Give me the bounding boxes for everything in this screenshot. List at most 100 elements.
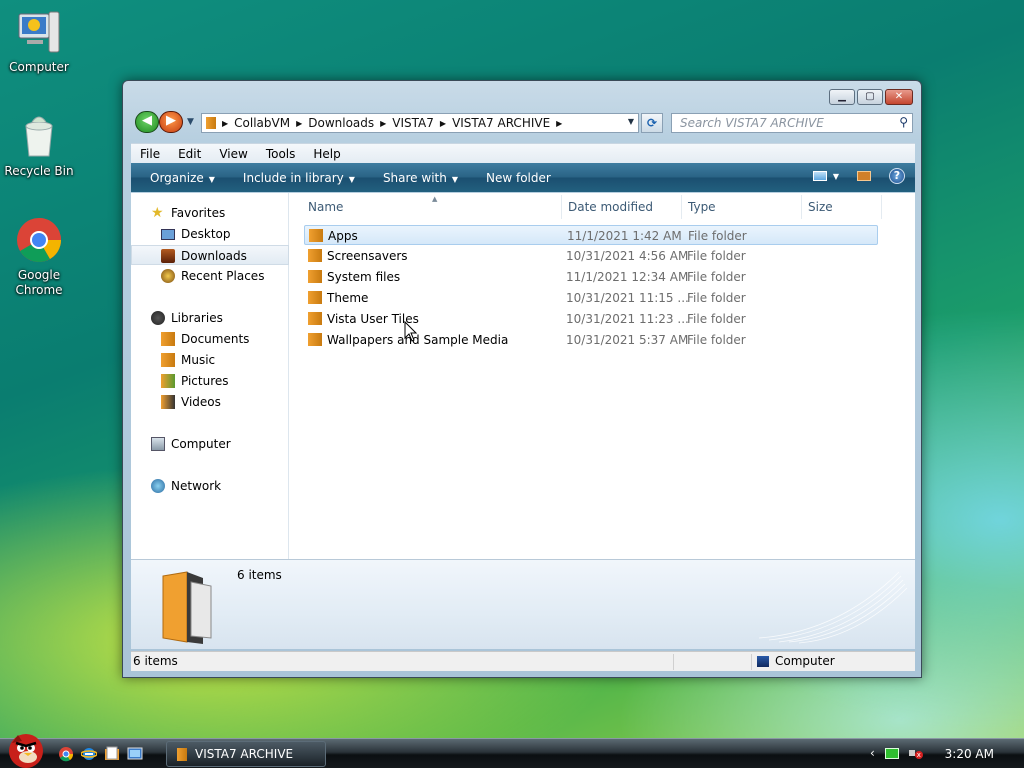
breadcrumb-vista7-archive[interactable]: VISTA7 ARCHIVE [452, 116, 550, 130]
caption-buttons: ▁ ▢ ✕ [829, 89, 913, 105]
taskbar-window-button[interactable]: VISTA7 ARCHIVE [166, 741, 326, 767]
column-header-size[interactable]: Size [802, 195, 882, 219]
desktop-icon-recycle-bin[interactable]: Recycle Bin [0, 112, 78, 179]
menu-tools[interactable]: Tools [257, 147, 305, 161]
refresh-button[interactable]: ⟳ [641, 113, 663, 133]
menu-help[interactable]: Help [304, 147, 349, 161]
nav-music-label: Music [181, 353, 216, 367]
nav-computer[interactable]: Computer [131, 434, 289, 454]
desktop-icon-label: Computer [9, 60, 69, 74]
taskbar-clock[interactable]: 3:20 AM [945, 739, 994, 768]
desktop-icon-computer[interactable]: Computer [0, 8, 78, 75]
file-type: File folder [687, 333, 746, 347]
forward-button[interactable]: ▶ [159, 111, 183, 133]
documents-icon [161, 332, 175, 346]
maximize-button[interactable]: ▢ [857, 89, 883, 105]
nav-videos[interactable]: Videos [131, 392, 289, 412]
breadcrumb-downloads[interactable]: Downloads [308, 116, 374, 130]
search-input[interactable]: Search VISTA7 ARCHIVE ⚲ [671, 113, 913, 133]
taskbar-window-label: VISTA7 ARCHIVE [195, 747, 294, 761]
file-row[interactable]: Vista User Tiles 10/31/2021 11:23 ... Fi… [304, 309, 878, 329]
downloads-icon [161, 249, 175, 263]
command-bar-right: ▼ ? [812, 168, 905, 184]
internet-explorer-icon[interactable] [81, 746, 97, 762]
nav-favorites[interactable]: ★ Favorites [131, 203, 289, 223]
quick-launch [58, 746, 143, 762]
nav-libraries-label: Libraries [171, 311, 223, 325]
details-item-count: 6 items [237, 568, 282, 582]
chevron-down-icon: ▼ [348, 174, 355, 184]
change-view-button[interactable]: ▼ [812, 171, 839, 181]
search-icon[interactable]: ⚲ [899, 115, 908, 129]
tray-expand-icon[interactable]: ‹ [870, 746, 875, 760]
breadcrumb-separator-icon: ▶ [296, 118, 303, 128]
column-header-type[interactable]: Type [682, 195, 802, 219]
computer-icon [15, 8, 63, 56]
minimize-button[interactable]: ▁ [829, 89, 855, 105]
menu-view[interactable]: View [210, 147, 256, 161]
file-row[interactable]: Screensavers 10/31/2021 4:56 AM File fol… [304, 246, 878, 266]
organize-button[interactable]: Organize ▼ [141, 171, 224, 185]
network-status-icon[interactable] [884, 747, 899, 759]
file-name: Screensavers [327, 249, 408, 263]
file-type: File folder [687, 291, 746, 305]
file-name: System files [327, 270, 401, 284]
chrome-icon[interactable] [58, 746, 74, 762]
nav-recent-places[interactable]: Recent Places [131, 266, 289, 286]
close-button[interactable]: ✕ [885, 89, 913, 105]
desktop-icon-google-chrome[interactable]: Google Chrome [0, 216, 78, 298]
address-row: ◀ ▶ ▼ ▶ CollabVM ▶ Downloads ▶ VISTA7 ▶ … [135, 111, 913, 135]
nav-pictures-label: Pictures [181, 374, 229, 388]
back-button[interactable]: ◀ [135, 111, 159, 133]
file-row[interactable]: System files 11/1/2021 12:34 AM File fol… [304, 267, 878, 287]
address-dropdown-icon[interactable]: ▼ [628, 117, 634, 126]
nav-documents-label: Documents [181, 332, 250, 346]
organize-label: Organize [150, 170, 204, 185]
chrome-icon [15, 216, 63, 264]
column-header-name[interactable]: ▲ Name [294, 195, 562, 219]
recent-pages-dropdown[interactable]: ▼ [187, 117, 194, 127]
forward-arrow-icon: ▶ [166, 113, 176, 128]
file-row[interactable]: Apps 11/1/2021 1:42 AM File folder [304, 225, 878, 245]
nav-desktop[interactable]: Desktop [131, 224, 289, 244]
content-area: ★ Favorites Desktop Downloads Recent Pla… [131, 193, 915, 559]
file-type: File folder [688, 229, 747, 243]
nav-music[interactable]: Music [131, 350, 289, 370]
menu-edit[interactable]: Edit [169, 147, 210, 161]
nav-network-label: Network [171, 479, 222, 493]
file-row[interactable]: Wallpapers and Sample Media 10/31/2021 5… [304, 330, 878, 350]
breadcrumb-collabvm[interactable]: CollabVM [234, 116, 290, 130]
computer-icon [151, 437, 165, 451]
include-in-library-label: Include in library [242, 170, 344, 185]
chevron-down-icon: ▼ [451, 174, 458, 184]
breadcrumb-vista7[interactable]: VISTA7 [392, 116, 434, 130]
folder-icon [308, 312, 322, 325]
nav-libraries[interactable]: Libraries [131, 308, 289, 328]
include-in-library-button[interactable]: Include in library ▼ [234, 171, 364, 185]
new-folder-button[interactable]: New folder [477, 171, 560, 185]
start-button[interactable] [4, 729, 50, 768]
column-header-date-modified[interactable]: Date modified [562, 195, 682, 219]
preview-pane-button[interactable] [857, 171, 871, 181]
address-bar[interactable]: ▶ CollabVM ▶ Downloads ▶ VISTA7 ▶ VISTA7… [201, 113, 639, 133]
menu-file[interactable]: File [131, 147, 169, 161]
help-icon[interactable]: ? [889, 168, 905, 184]
volume-muted-icon[interactable]: x [908, 747, 923, 759]
explorer-window: ▁ ▢ ✕ ◀ ▶ ▼ ▶ CollabVM ▶ Downloads ▶ VIS… [122, 80, 922, 678]
folder-icon [308, 249, 322, 262]
refresh-icon: ⟳ [646, 116, 658, 130]
nav-documents[interactable]: Documents [131, 329, 289, 349]
file-date: 10/31/2021 11:15 ... [566, 291, 689, 305]
folder-icon [308, 291, 322, 304]
nav-downloads[interactable]: Downloads [131, 245, 289, 265]
chevron-down-icon: ▼ [832, 171, 839, 181]
nav-pictures[interactable]: Pictures [131, 371, 289, 391]
windows-explorer-icon[interactable] [104, 746, 120, 762]
show-desktop-icon[interactable] [127, 746, 143, 762]
nav-network[interactable]: Network [131, 476, 289, 496]
file-date: 11/1/2021 12:34 AM [566, 270, 689, 284]
status-location: Computer [775, 654, 835, 668]
column-name-label: Name [308, 200, 344, 214]
share-with-button[interactable]: Share with ▼ [374, 171, 467, 185]
file-row[interactable]: Theme 10/31/2021 11:15 ... File folder [304, 288, 878, 308]
